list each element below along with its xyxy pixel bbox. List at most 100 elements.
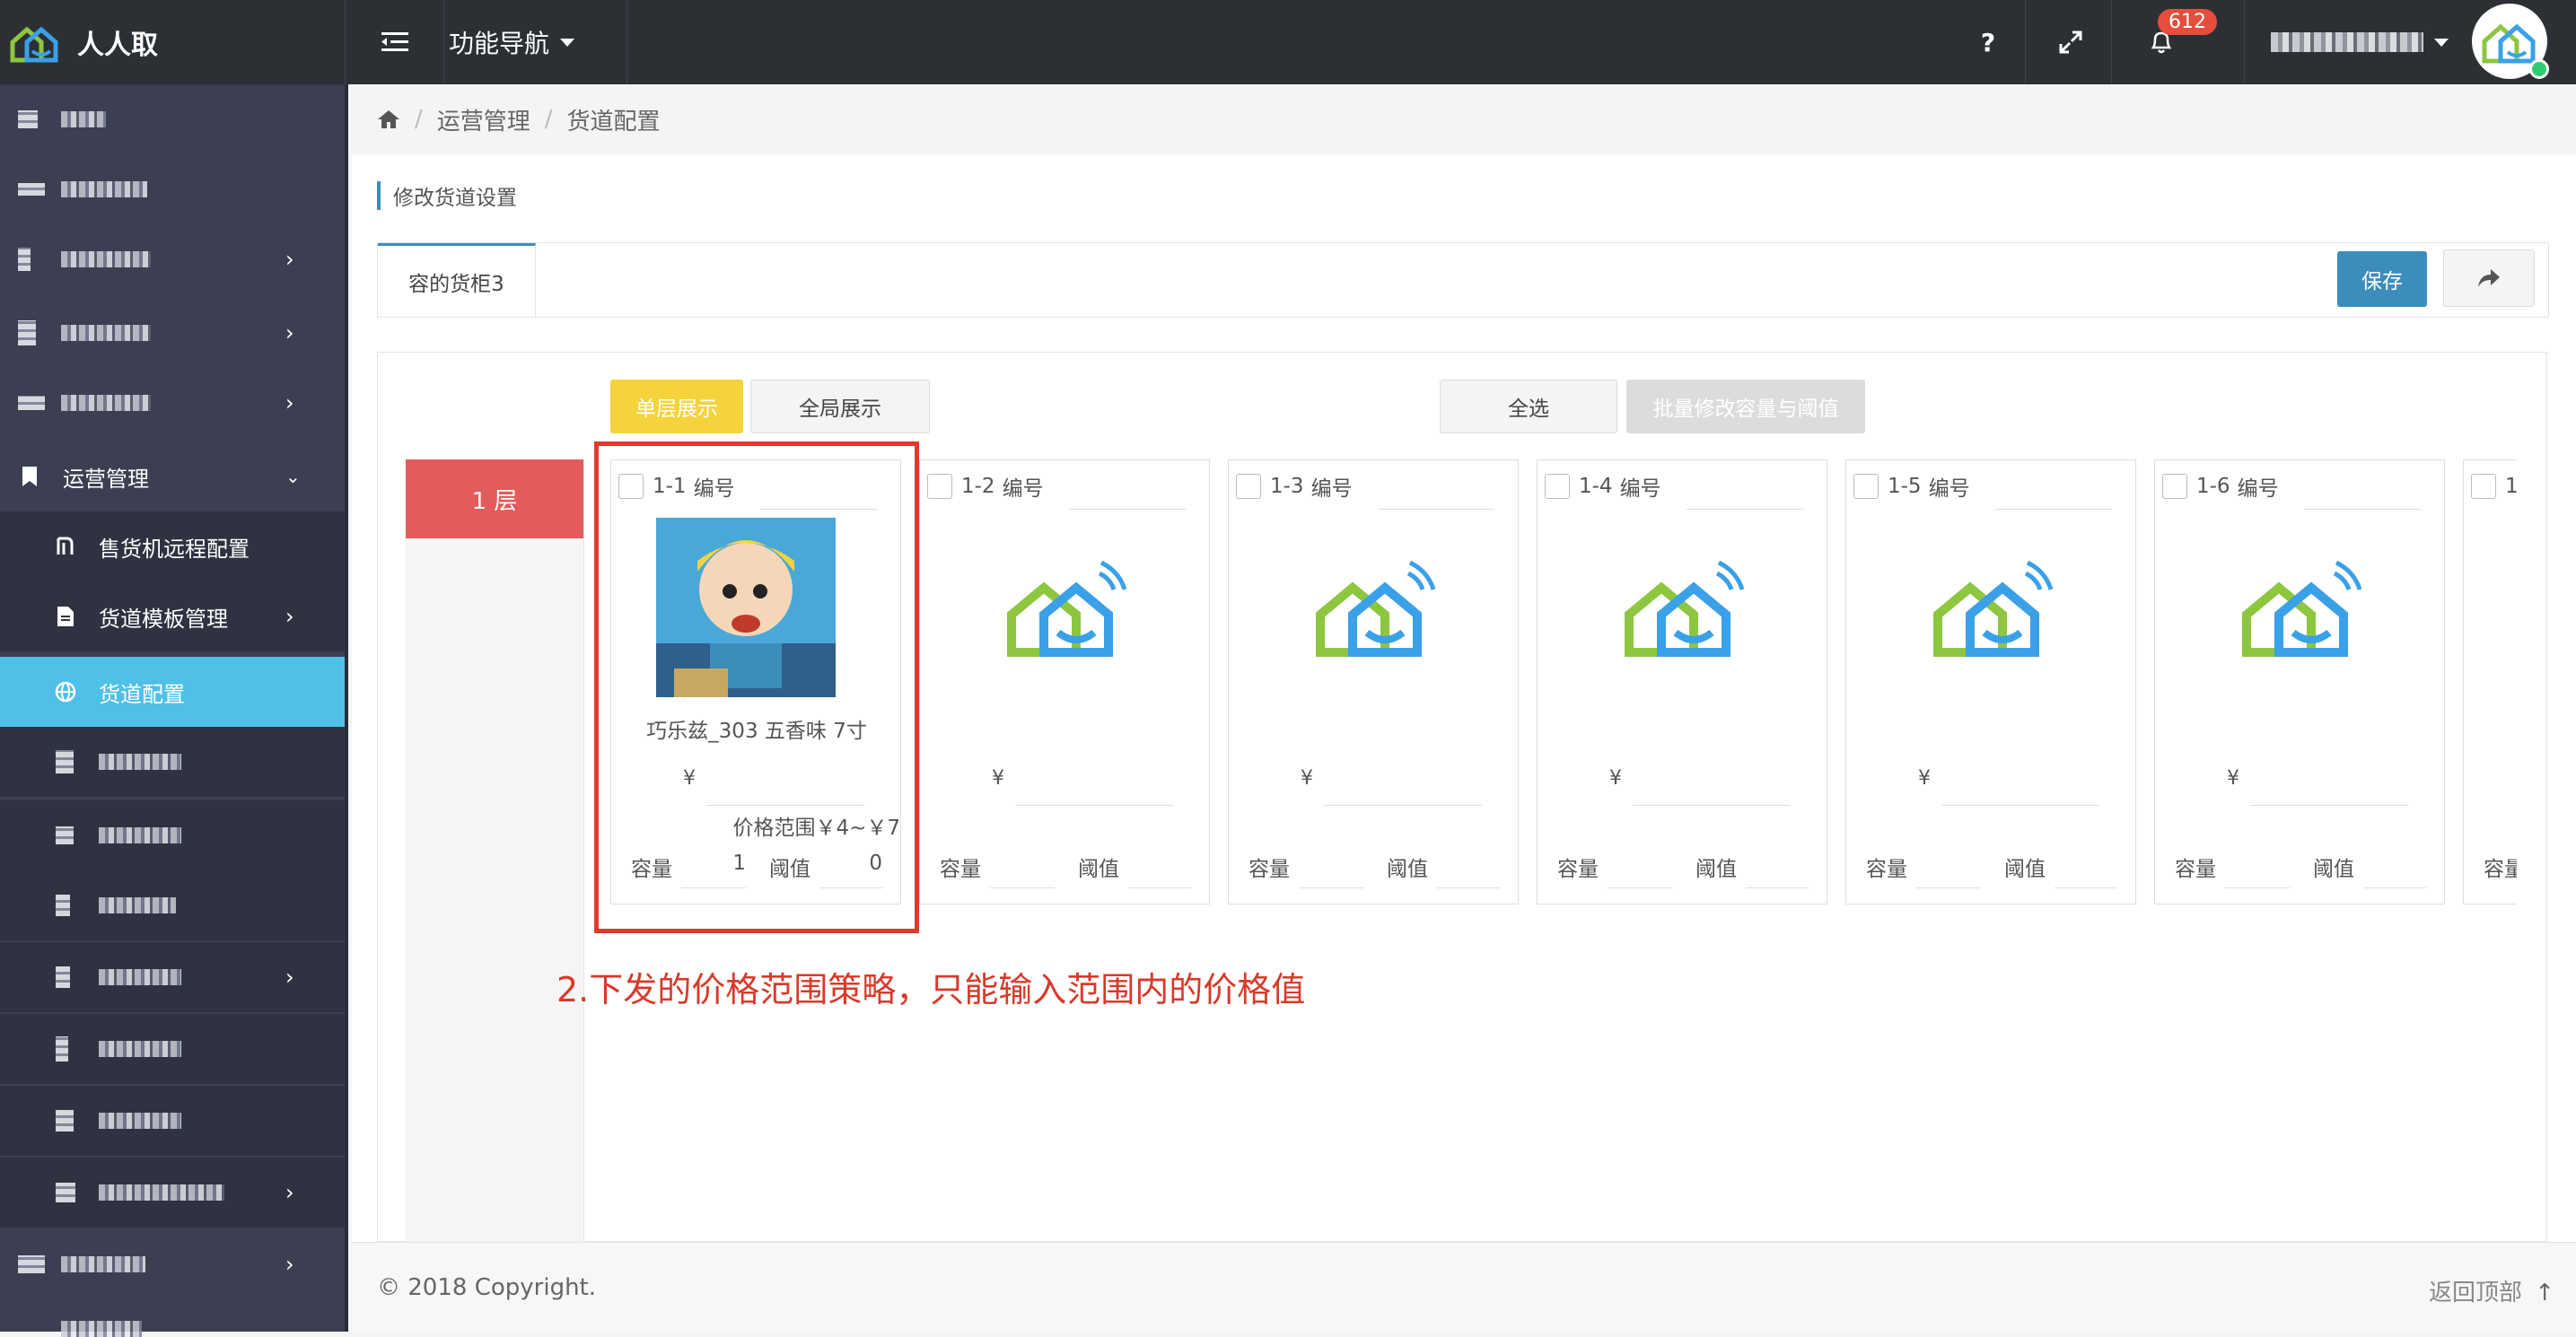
slot-header: 1-3 编号 [1236, 473, 1353, 501]
sidebar-subitem-blurred-6[interactable] [0, 1086, 345, 1156]
blurred-icon [56, 1036, 68, 1062]
price-input[interactable] [1015, 805, 1173, 806]
capacity-input[interactable] [1916, 887, 1981, 888]
share-button[interactable] [2443, 249, 2535, 307]
brand-logo-icon [10, 26, 58, 63]
placeholder-logo-icon[interactable] [965, 518, 1144, 697]
price-input[interactable] [1633, 805, 1791, 806]
slot-number-input[interactable] [1378, 509, 1494, 510]
capacity-input[interactable] [2225, 887, 2290, 888]
sidebar-item-blurred-2[interactable] [0, 154, 345, 224]
slot-checkbox[interactable] [2162, 474, 2187, 499]
divider [443, 0, 444, 84]
slot-checkbox[interactable] [1545, 474, 1570, 499]
slot-id: 1- [2505, 475, 2517, 498]
layer-tag[interactable]: 1 层 [406, 459, 583, 538]
save-button[interactable]: 保存 [2337, 251, 2427, 307]
placeholder-logo-icon[interactable] [1582, 518, 1762, 697]
menu-toggle-button[interactable] [368, 20, 422, 65]
sidebar-item-blurred-7[interactable] [0, 1301, 345, 1337]
currency-icon [54, 535, 77, 558]
sidebar-subitem-blurred-5[interactable] [0, 1014, 345, 1084]
blurred-icon [56, 750, 74, 773]
single-layer-button[interactable]: 单层展示 [610, 380, 743, 433]
threshold-label: 阈值 [2313, 858, 2354, 881]
sidebar-subitem-blurred-1[interactable] [0, 727, 345, 797]
sidebar-edge [345, 84, 348, 1332]
blurred-label [99, 754, 181, 770]
help-button[interactable]: ? [1966, 20, 2011, 65]
slot-checkbox[interactable] [1853, 474, 1879, 499]
placeholder-logo-icon[interactable] [2200, 518, 2379, 697]
sidebar-subitem-template[interactable]: 货道模板管理 › [0, 581, 345, 651]
back-to-top-link[interactable]: 返回顶部 ↑ [2429, 1274, 2554, 1307]
function-nav-dropdown[interactable]: 功能导航 [449, 20, 575, 65]
select-all-button[interactable]: 全选 [1440, 380, 1617, 433]
sidebar-subitem-blurred-7[interactable]: › [0, 1158, 345, 1228]
sidebar-item-blurred-6[interactable]: › [0, 1229, 345, 1299]
user-menu[interactable] [2271, 20, 2449, 65]
breadcrumb-item-current: 货道配置 [566, 108, 661, 135]
slot-header: 1-4 编号 [1545, 473, 1661, 501]
blurred-label [61, 181, 147, 197]
slot-number-input[interactable] [1069, 509, 1186, 510]
sidebar-subitem-blurred-4[interactable]: › [0, 942, 345, 1012]
batch-edit-button[interactable]: 批量修改容量与阈值 [1626, 380, 1865, 433]
capacity-input[interactable] [990, 887, 1055, 888]
chevron-right-icon: › [285, 604, 294, 629]
slot-id: 1-4 [1579, 475, 1613, 498]
sidebar-item-blurred-5[interactable]: › [0, 368, 345, 438]
slot-checkbox[interactable] [1236, 474, 1261, 499]
slot-checkbox[interactable] [927, 474, 952, 499]
blurred-icon [18, 248, 31, 271]
caret-down-icon [560, 38, 575, 47]
capacity-input[interactable] [1608, 887, 1672, 888]
breadcrumb: / 运营管理 / 货道配置 [377, 104, 661, 135]
sidebar-item-blurred-3[interactable]: › [0, 224, 345, 294]
breadcrumb-item-operations[interactable]: 运营管理 [437, 103, 530, 136]
tab-cabinet[interactable]: 容的货柜3 [378, 243, 536, 317]
threshold-input[interactable] [1128, 887, 1191, 888]
sidebar-subitem-blurred-3[interactable] [0, 870, 345, 940]
capacity-input[interactable] [1299, 887, 1363, 888]
sidebar-item-blurred-4[interactable]: › [0, 298, 345, 368]
sidebar-item-operations[interactable]: 运营管理 ⌄ [0, 441, 345, 511]
brand[interactable]: 人人取 [0, 0, 345, 84]
app-title: 人人取 [77, 30, 158, 61]
placeholder-logo-icon[interactable] [1274, 518, 1453, 697]
price-input[interactable] [1941, 805, 2099, 806]
fullscreen-button[interactable] [2048, 20, 2093, 65]
slot-id: 1-2 [961, 475, 995, 498]
price-input[interactable] [1324, 805, 1482, 806]
breadcrumb-separator: / [544, 106, 553, 133]
share-icon [2478, 269, 2500, 287]
divider [626, 0, 627, 84]
blurred-icon [56, 1110, 74, 1132]
menu-toggle-icon [381, 32, 408, 51]
threshold-input[interactable] [2055, 887, 2117, 888]
capacity-label: 容量 [940, 858, 981, 881]
sidebar-item-blurred-1[interactable] [0, 84, 345, 154]
blurred-icon [18, 320, 36, 345]
capacity-label: 容量 [2484, 858, 2517, 881]
slot-header: 1- [2471, 473, 2517, 500]
slot-number-input[interactable] [2304, 509, 2421, 510]
blurred-icon [18, 110, 38, 128]
home-icon[interactable] [377, 109, 400, 129]
slot-checkbox[interactable] [2471, 474, 2496, 499]
blurred-icon [18, 183, 45, 196]
threshold-input[interactable] [1437, 887, 1500, 888]
yen-label: ¥ [1918, 767, 1931, 790]
price-input[interactable] [2250, 805, 2408, 806]
online-status-dot [2529, 59, 2549, 79]
threshold-input[interactable] [2363, 887, 2426, 888]
sidebar-subitem-slot-config[interactable]: 货道配置 [0, 657, 345, 727]
sidebar-subitem-remote-config[interactable]: 售货机远程配置 [0, 511, 345, 581]
global-view-button[interactable]: 全局展示 [750, 380, 930, 433]
placeholder-logo-icon[interactable] [1891, 518, 2071, 697]
annotation-text: 2.下发的价格范围策略，只能输入范围内的价格值 [556, 970, 1306, 1009]
slot-number-input[interactable] [1687, 509, 1803, 510]
threshold-input[interactable] [1746, 887, 1809, 888]
slot-number-input[interactable] [1995, 509, 2112, 510]
sidebar-subitem-blurred-2[interactable] [0, 800, 345, 870]
